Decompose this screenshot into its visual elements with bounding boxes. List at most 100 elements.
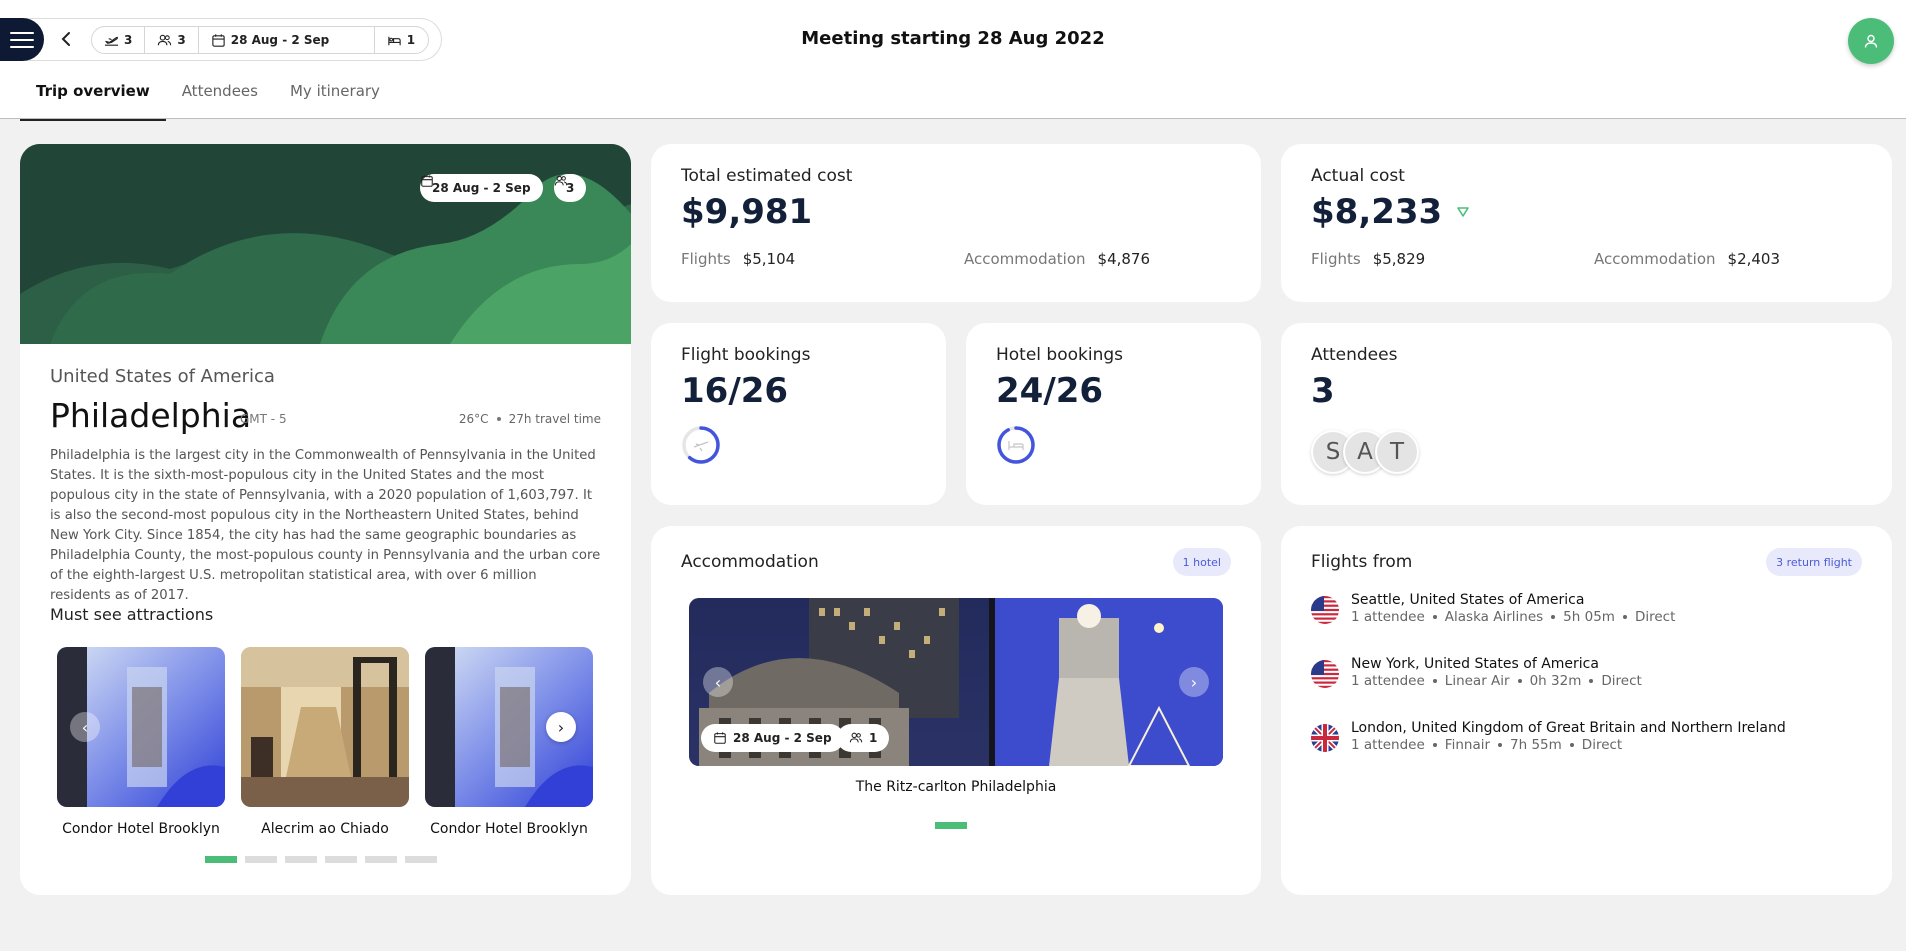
flight-type: Direct: [1581, 737, 1623, 753]
date-filter[interactable]: 28 Aug - 2 Sep: [199, 27, 375, 53]
flight-duration: 7h 55m: [1510, 737, 1562, 753]
timezone: GMT - 5: [240, 412, 287, 426]
carousel-dot[interactable]: [325, 856, 357, 863]
hotel-date-chip-label: 28 Aug - 2 Sep: [733, 731, 832, 745]
attractions-title: Must see attractions: [50, 605, 214, 624]
tab-trip-overview[interactable]: Trip overview: [20, 82, 166, 121]
actual-cost-value: $8,233: [1311, 192, 1443, 232]
flight-item[interactable]: Seattle, United States of America 1 atte…: [1311, 592, 1675, 625]
hotel-bookings-card: Hotel bookings 24/26: [966, 323, 1261, 505]
hotel-guests-chip: 1: [837, 724, 890, 752]
flight-item[interactable]: London, United Kingdom of Great Britain …: [1311, 720, 1786, 753]
chevron-left-icon: [61, 32, 70, 46]
attractions-carousel: [57, 647, 595, 807]
carousel-dot[interactable]: [405, 856, 437, 863]
plane-takeoff-icon: [104, 36, 119, 46]
flight-origin: New York, United States of America: [1351, 656, 1599, 672]
hotel-bookings-progress-ring: [997, 426, 1035, 464]
hotel-prev-button[interactable]: ‹: [703, 667, 733, 697]
flights-count: 3: [124, 33, 133, 47]
plane-icon: [693, 441, 709, 452]
flight-meta: 1 attendee Finnair 7h 55m Direct: [1351, 737, 1786, 753]
flights-label: Flights: [1311, 250, 1361, 268]
temperature: 26°C: [458, 412, 489, 426]
flight-airline: Linear Air: [1444, 673, 1510, 689]
flight-bookings-value: 16/26: [681, 371, 789, 411]
actual-flights-cost: Flights $5,829: [1311, 250, 1425, 268]
country-name: United States of America: [50, 366, 275, 387]
flights-value: $5,104: [742, 250, 796, 268]
total-cost-card: Total estimated cost $9,981 Flights $5,1…: [651, 144, 1261, 302]
attendees-count: 3: [177, 33, 186, 47]
chevron-right-icon: ›: [1190, 672, 1198, 692]
flight-attendees: 1 attendee: [1351, 673, 1425, 689]
flights-value: $5,829: [1372, 250, 1426, 268]
uk-flag-icon: [1311, 724, 1339, 752]
attractions-next-button[interactable]: ›: [546, 712, 576, 742]
flight-type: Direct: [1601, 673, 1642, 689]
hotel-next-button[interactable]: ›: [1179, 667, 1209, 697]
people-icon: [554, 175, 568, 186]
hotel-bookings-label: Hotel bookings: [996, 345, 1124, 365]
accommodation-title: Accommodation: [681, 552, 819, 572]
attraction-name: Condor Hotel Brooklyn: [62, 821, 220, 837]
attendees-filter[interactable]: 3: [145, 27, 199, 53]
carousel-dot[interactable]: [935, 822, 967, 829]
carousel-indicator: [205, 856, 437, 863]
flight-bookings-progress-ring: [682, 426, 720, 464]
hotel-image: ‹ › 28 Aug - 2 Sep 1: [689, 598, 1223, 766]
flights-label: Flights: [681, 250, 731, 268]
actual-cost-label: Actual cost: [1311, 166, 1405, 186]
attractions-prev-button[interactable]: ‹: [70, 712, 100, 742]
us-flag-icon: [1311, 596, 1339, 624]
flights-filter[interactable]: 3: [92, 27, 146, 53]
hotel-name: The Ritz-carlton Philadelphia: [855, 779, 1057, 795]
flight-origin: Seattle, United States of America: [1351, 592, 1585, 608]
flight-attendees: 1 attendee: [1351, 737, 1425, 753]
date-range: 28 Aug - 2 Sep: [230, 33, 330, 47]
hills-illustration: [20, 144, 631, 344]
destination-card: 28 Aug - 2 Sep 3 United States of Americ…: [20, 144, 631, 895]
destination-hero: 28 Aug - 2 Sep 3: [20, 144, 631, 344]
people-icon: [158, 34, 172, 45]
chevron-left-icon: ‹: [81, 717, 89, 737]
tab-bar: Trip overview Attendees My itinerary: [20, 82, 396, 121]
hotel-date-chip: 28 Aug - 2 Sep: [701, 724, 844, 752]
top-bar: 3 3 28 Aug - 2 Sep 1 Meeting starting 28…: [0, 0, 1906, 121]
carousel-dot[interactable]: [205, 856, 237, 863]
trend-down-icon: [1457, 207, 1470, 217]
carousel-dot[interactable]: [285, 856, 317, 863]
menu-button[interactable]: [0, 18, 44, 61]
attendees-chip: 3: [554, 174, 587, 202]
flight-airline: Alaska Airlines: [1444, 609, 1544, 625]
hotels-filter[interactable]: 1: [375, 27, 427, 53]
attraction-card[interactable]: [241, 647, 409, 807]
flight-type: Direct: [1634, 609, 1676, 625]
hotel-bookings-value: 24/26: [996, 371, 1104, 411]
total-accommodation-cost: Accommodation $4,876: [964, 250, 1150, 268]
chevron-left-icon: ‹: [714, 672, 722, 692]
tab-my-itinerary[interactable]: My itinerary: [274, 82, 396, 121]
flight-item[interactable]: New York, United States of America 1 att…: [1311, 656, 1642, 689]
flights-from-title: Flights from: [1311, 552, 1413, 572]
accommodation-card: Accommodation 1 hotel ‹ › 28 Aug - 2 Sep…: [651, 526, 1261, 895]
trip-filters: 3 3 28 Aug - 2 Sep 1: [91, 26, 429, 54]
us-flag-icon: [1311, 660, 1339, 688]
flight-origin: London, United Kingdom of Great Britain …: [1351, 720, 1786, 736]
total-cost-value: $9,981: [681, 192, 813, 232]
user-avatar-button[interactable]: [1848, 18, 1894, 64]
flight-bookings-label: Flight bookings: [681, 345, 811, 365]
accommodation-value: $4,876: [1097, 250, 1151, 268]
attendee-avatar[interactable]: T: [1375, 430, 1419, 474]
total-cost-label: Total estimated cost: [681, 166, 853, 186]
actual-cost-card: Actual cost $8,233 Flights $5,829 Accomm…: [1281, 144, 1892, 302]
carousel-dot[interactable]: [365, 856, 397, 863]
attraction-name: Condor Hotel Brooklyn: [430, 821, 588, 837]
tab-attendees[interactable]: Attendees: [166, 82, 274, 121]
carousel-dot[interactable]: [245, 856, 277, 863]
travel-time: 27h travel time: [508, 412, 601, 426]
flight-meta: 1 attendee Linear Air 0h 32m Direct: [1351, 673, 1642, 689]
flight-airline: Finnair: [1444, 737, 1491, 753]
back-button[interactable]: [56, 26, 76, 52]
date-chip: 28 Aug - 2 Sep: [420, 174, 543, 202]
